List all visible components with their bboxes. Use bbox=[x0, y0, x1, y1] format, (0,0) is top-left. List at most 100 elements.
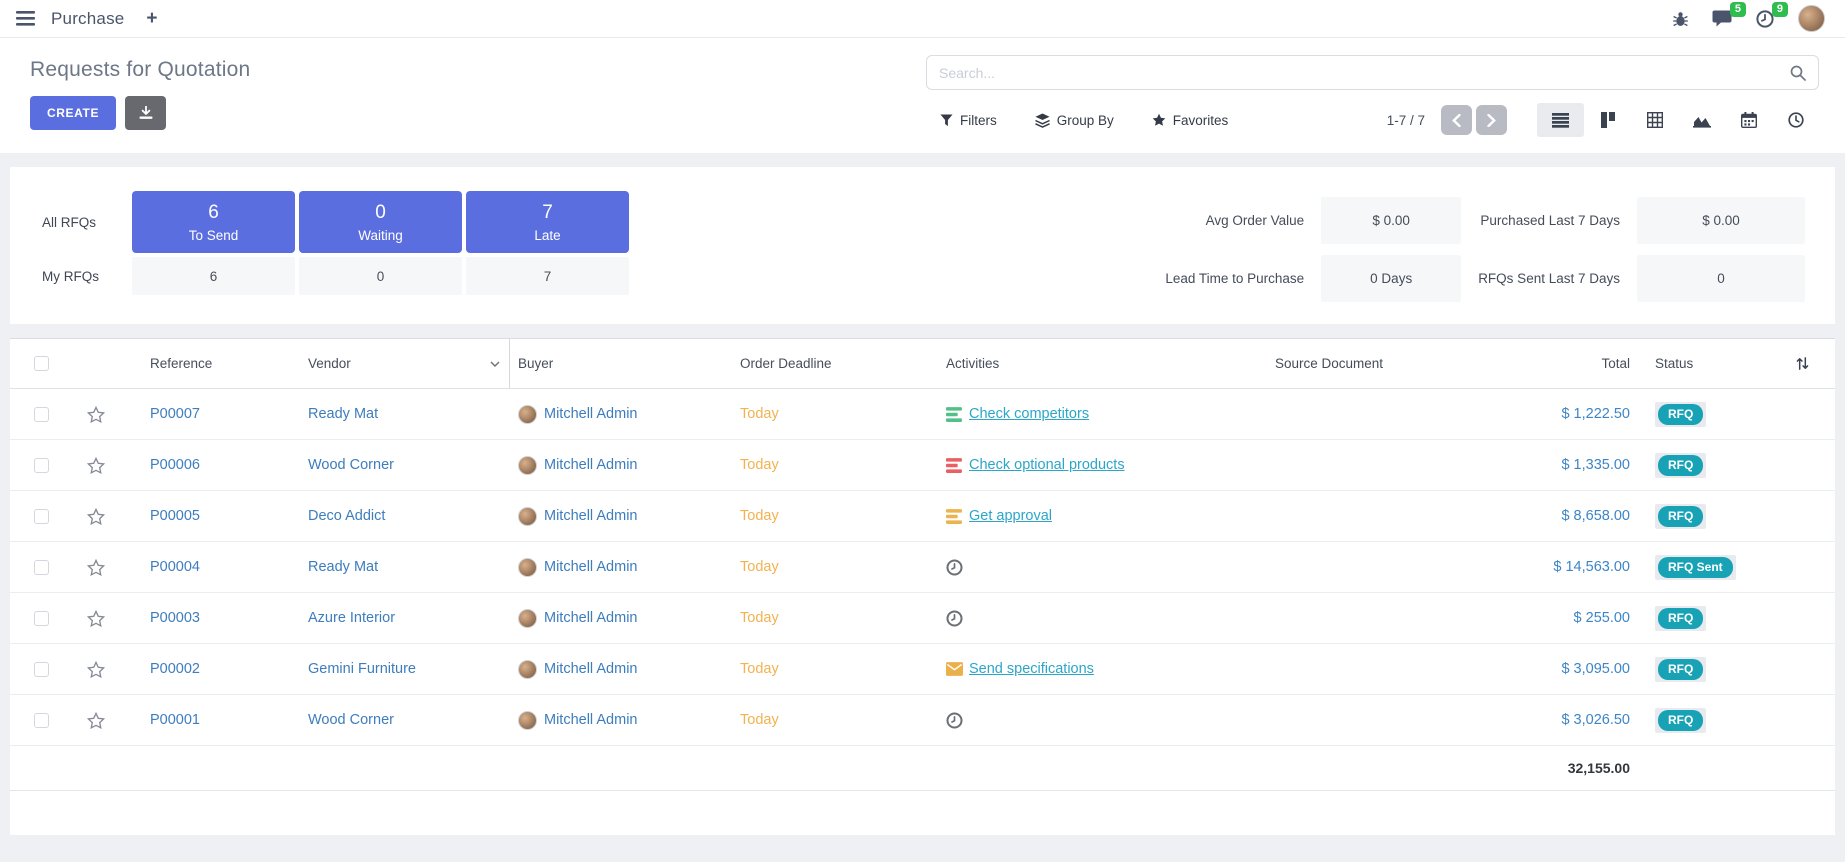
activities-button[interactable]: 9 bbox=[1756, 10, 1774, 28]
reference-link[interactable]: P00004 bbox=[150, 559, 200, 575]
vendor-link[interactable]: Gemini Furniture bbox=[308, 661, 416, 677]
buyer-link[interactable]: Mitchell Admin bbox=[544, 559, 637, 575]
favorites-button[interactable]: Favorites bbox=[1152, 113, 1229, 128]
favorite-star-icon[interactable] bbox=[87, 610, 105, 627]
vendor-link[interactable]: Deco Addict bbox=[308, 508, 385, 524]
favorite-star-icon[interactable] bbox=[87, 712, 105, 729]
activity-link[interactable]: Check optional products bbox=[969, 457, 1125, 473]
clock-activity-icon[interactable] bbox=[946, 610, 963, 627]
activity-cell[interactable] bbox=[940, 559, 1265, 576]
activity-cell[interactable]: Send specifications bbox=[940, 661, 1265, 677]
late-card[interactable]: 7 Late bbox=[466, 191, 629, 253]
waiting-card[interactable]: 0 Waiting bbox=[299, 191, 462, 253]
reference-link[interactable]: P00007 bbox=[150, 406, 200, 422]
vendor-link[interactable]: Ready Mat bbox=[308, 406, 378, 422]
tasks-activity-icon[interactable] bbox=[946, 457, 963, 474]
to-send-card[interactable]: 6 To Send bbox=[132, 191, 295, 253]
reference-link[interactable]: P00002 bbox=[150, 661, 200, 677]
favorite-star-icon[interactable] bbox=[87, 457, 105, 474]
reference-link[interactable]: P00003 bbox=[150, 610, 200, 626]
buyer-link[interactable]: Mitchell Admin bbox=[544, 712, 637, 728]
menu-icon[interactable] bbox=[16, 11, 35, 26]
kanban-view-button[interactable] bbox=[1584, 103, 1631, 137]
pager-previous-button[interactable] bbox=[1441, 105, 1472, 135]
vendor-link[interactable]: Wood Corner bbox=[308, 457, 394, 473]
clock-activity-icon[interactable] bbox=[946, 559, 963, 576]
table-row[interactable]: P00007 Ready Mat Mitchell Admin Today Ch… bbox=[10, 389, 1835, 440]
table-row[interactable]: P00002 Gemini Furniture Mitchell Admin T… bbox=[10, 644, 1835, 695]
activity-link[interactable]: Get approval bbox=[969, 508, 1052, 524]
vendor-link[interactable]: Azure Interior bbox=[308, 610, 395, 626]
column-header-deadline[interactable]: Order Deadline bbox=[735, 356, 940, 371]
table-row[interactable]: P00001 Wood Corner Mitchell Admin Today … bbox=[10, 695, 1835, 746]
search-input[interactable] bbox=[939, 65, 1790, 81]
calendar-view-button[interactable] bbox=[1725, 103, 1772, 137]
column-header-source[interactable]: Source Document bbox=[1265, 356, 1480, 371]
column-header-buyer[interactable]: Buyer bbox=[510, 356, 735, 371]
favorite-star-icon[interactable] bbox=[87, 406, 105, 423]
activity-cell[interactable] bbox=[940, 610, 1265, 627]
table-row[interactable]: P00003 Azure Interior Mitchell Admin Tod… bbox=[10, 593, 1835, 644]
my-late-value[interactable]: 7 bbox=[466, 257, 629, 295]
activity-cell[interactable] bbox=[940, 712, 1265, 729]
search-icon[interactable] bbox=[1790, 65, 1806, 81]
pager-next-button[interactable] bbox=[1476, 105, 1507, 135]
row-checkbox[interactable] bbox=[34, 407, 49, 422]
row-checkbox[interactable] bbox=[34, 560, 49, 575]
plus-icon[interactable]: + bbox=[146, 8, 157, 30]
my-waiting-value[interactable]: 0 bbox=[299, 257, 462, 295]
column-header-total[interactable]: Total bbox=[1480, 356, 1640, 371]
activity-link[interactable]: Send specifications bbox=[969, 661, 1094, 677]
row-checkbox[interactable] bbox=[34, 509, 49, 524]
my-to-send-value[interactable]: 6 bbox=[132, 257, 295, 295]
buyer-link[interactable]: Mitchell Admin bbox=[544, 508, 637, 524]
row-checkbox[interactable] bbox=[34, 713, 49, 728]
buyer-link[interactable]: Mitchell Admin bbox=[544, 406, 637, 422]
bug-icon[interactable] bbox=[1673, 11, 1688, 27]
activity-cell[interactable]: Check optional products bbox=[940, 457, 1265, 474]
app-name[interactable]: Purchase bbox=[51, 9, 124, 29]
reference-link[interactable]: P00005 bbox=[150, 508, 200, 524]
filters-button[interactable]: Filters bbox=[940, 113, 997, 128]
activity-view-button[interactable] bbox=[1772, 103, 1819, 137]
table-row[interactable]: P00006 Wood Corner Mitchell Admin Today … bbox=[10, 440, 1835, 491]
buyer-link[interactable]: Mitchell Admin bbox=[544, 661, 637, 677]
messages-button[interactable]: 5 bbox=[1712, 10, 1732, 27]
create-button[interactable]: CREATE bbox=[30, 96, 116, 130]
vendor-link[interactable]: Ready Mat bbox=[308, 559, 378, 575]
column-header-activities[interactable]: Activities bbox=[940, 356, 1265, 371]
download-button[interactable] bbox=[125, 96, 166, 130]
vendor-link[interactable]: Wood Corner bbox=[308, 712, 394, 728]
table-row[interactable]: P00004 Ready Mat Mitchell Admin Today $ … bbox=[10, 542, 1835, 593]
reference-link[interactable]: P00001 bbox=[150, 712, 200, 728]
activity-cell[interactable]: Check competitors bbox=[940, 406, 1265, 423]
row-checkbox[interactable] bbox=[34, 611, 49, 626]
pivot-view-button[interactable] bbox=[1631, 103, 1678, 137]
group-by-button[interactable]: Group By bbox=[1035, 113, 1114, 128]
reference-link[interactable]: P00006 bbox=[150, 457, 200, 473]
buyer-link[interactable]: Mitchell Admin bbox=[544, 457, 637, 473]
column-header-reference[interactable]: Reference bbox=[120, 356, 295, 371]
graph-view-button[interactable] bbox=[1678, 103, 1725, 137]
favorite-star-icon[interactable] bbox=[87, 661, 105, 678]
activity-link[interactable]: Check competitors bbox=[969, 406, 1089, 422]
list-view-button[interactable] bbox=[1537, 103, 1584, 137]
favorite-star-icon[interactable] bbox=[87, 559, 105, 576]
envelope-activity-icon[interactable] bbox=[946, 662, 963, 676]
column-header-status[interactable]: Status bbox=[1640, 356, 1770, 371]
column-header-vendor[interactable]: Vendor bbox=[295, 339, 510, 388]
tasks-activity-icon[interactable] bbox=[946, 406, 963, 423]
buyer-avatar bbox=[518, 456, 537, 475]
user-avatar[interactable] bbox=[1798, 5, 1825, 32]
status-badge: RFQ bbox=[1658, 710, 1703, 731]
table-row[interactable]: P00005 Deco Addict Mitchell Admin Today … bbox=[10, 491, 1835, 542]
row-checkbox[interactable] bbox=[34, 458, 49, 473]
row-checkbox[interactable] bbox=[34, 662, 49, 677]
toggle-columns-icon[interactable] bbox=[1795, 356, 1810, 371]
tasks-activity-icon[interactable] bbox=[946, 508, 963, 525]
favorite-star-icon[interactable] bbox=[87, 508, 105, 525]
clock-activity-icon[interactable] bbox=[946, 712, 963, 729]
select-all-checkbox[interactable] bbox=[34, 356, 49, 371]
buyer-link[interactable]: Mitchell Admin bbox=[544, 610, 637, 626]
activity-cell[interactable]: Get approval bbox=[940, 508, 1265, 525]
